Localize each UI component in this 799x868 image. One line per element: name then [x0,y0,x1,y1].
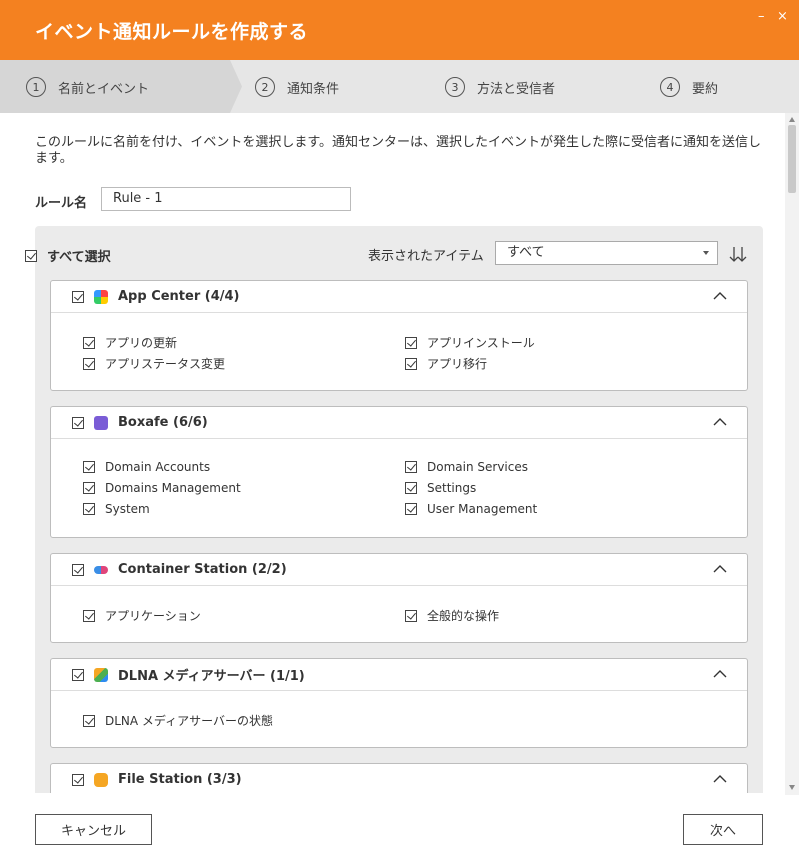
sort-icon[interactable] [728,244,748,264]
rule-name-input[interactable]: Rule - 1 [101,187,351,211]
step-method-and-recipients: 3 方法と受信者 [445,76,555,98]
checkbox-checked-icon[interactable] [405,609,417,622]
chevron-up-icon[interactable] [713,774,727,784]
step-number: 4 [660,77,680,97]
select-all-checkbox[interactable]: すべて選択 [25,246,111,265]
event-item[interactable]: アプリの更新 [83,334,177,351]
event-item[interactable]: Domain Accounts [83,460,210,474]
group-header[interactable]: Container Station (2/2) [51,554,747,586]
group-card-file-station: File Station (3/3) [50,763,748,793]
chevron-up-icon[interactable] [713,291,727,301]
caret-down-icon [703,251,709,255]
checkbox-checked-icon[interactable] [405,357,417,370]
step-label: 方法と受信者 [477,81,556,97]
chevron-up-icon[interactable] [713,564,727,574]
checkbox-checked-icon[interactable] [83,336,95,349]
shown-items-select[interactable]: すべて [495,241,718,265]
event-item[interactable]: DLNA メディアサーバーの状態 [83,712,273,729]
checkbox-checked-icon[interactable] [83,461,95,473]
event-item[interactable]: Domains Management [83,481,241,495]
checkbox-checked-icon[interactable] [83,714,95,727]
event-item[interactable]: 全般的な操作 [405,607,499,624]
shown-items-value: すべて [507,245,545,260]
scroll-up-arrow-icon[interactable] [789,117,795,122]
rule-name-label: ルール名 [35,196,88,211]
step-label: 通知条件 [287,81,340,97]
checkbox-checked-icon[interactable] [83,357,95,370]
group-name: DLNA メディアサーバー (1/1) [118,669,305,684]
event-item[interactable]: アプリステータス変更 [83,355,225,372]
chevron-up-icon[interactable] [713,417,727,427]
checkbox-checked-icon[interactable] [72,290,84,303]
shown-items-label: 表示されたアイテム [368,249,484,264]
close-icon[interactable]: × [777,10,788,23]
group-card-dlna: DLNA メディアサーバー (1/1) DLNA メディアサーバーの状態 [50,658,748,748]
group-name: App Center (4/4) [118,289,240,304]
checkbox-checked-icon[interactable] [405,461,417,473]
event-item[interactable]: アプリケーション [83,607,201,624]
wizard-content: このルールに名前を付け、イベントを選択します。通知センターは、選択したイベントが… [0,113,785,793]
select-all-label: すべて選択 [47,250,111,265]
step-label: 名前とイベント [58,81,150,97]
app-center-icon [94,289,108,304]
step-number: 2 [255,77,275,97]
file-station-icon [94,772,108,787]
wizard-steps: 1 名前とイベント 2 通知条件 3 方法と受信者 4 要約 [0,60,799,113]
step-notification-conditions: 2 通知条件 [255,76,339,98]
cancel-button[interactable]: キャンセル [35,814,152,845]
minimize-icon[interactable]: – [758,10,765,23]
dlna-icon [94,667,108,682]
dialog-footer: キャンセル 次へ [0,795,799,868]
checkbox-checked-icon[interactable] [25,249,37,262]
checkbox-checked-icon[interactable] [72,416,84,429]
group-header[interactable]: File Station (3/3) [51,764,747,793]
group-card-app-center: App Center (4/4) アプリの更新 アプリインストール アプリステー… [50,280,748,391]
group-name: File Station (3/3) [118,772,242,787]
container-station-icon [94,565,108,574]
group-card-container-station: Container Station (2/2) アプリケーション 全般的な操作 [50,553,748,643]
step-number: 3 [445,77,465,97]
event-item[interactable]: User Management [405,502,537,516]
chevron-up-icon[interactable] [713,669,727,679]
checkbox-checked-icon[interactable] [83,609,95,622]
scrollbar-thumb[interactable] [788,125,796,193]
group-card-boxafe: Boxafe (6/6) Domain Accounts Domain Serv… [50,406,748,538]
group-header[interactable]: Boxafe (6/6) [51,407,747,439]
boxafe-icon [94,415,108,430]
group-name: Boxafe (6/6) [118,415,208,430]
checkbox-checked-icon[interactable] [72,668,84,681]
next-button[interactable]: 次へ [683,814,763,845]
checkbox-checked-icon[interactable] [405,336,417,349]
event-item[interactable]: Domain Services [405,460,528,474]
event-item[interactable]: System [83,502,150,516]
step-name-and-event: 1 名前とイベント [26,76,149,98]
checkbox-checked-icon[interactable] [72,773,84,786]
event-item[interactable]: アプリ移行 [405,355,487,372]
group-header[interactable]: App Center (4/4) [51,281,747,313]
step-summary: 4 要約 [660,76,718,98]
group-name: Container Station (2/2) [118,562,287,577]
checkbox-checked-icon[interactable] [405,503,417,515]
event-item[interactable]: アプリインストール [405,334,535,351]
checkbox-checked-icon[interactable] [83,503,95,515]
step-number: 1 [26,77,46,97]
dialog-titlebar: イベント通知ルールを作成する – × [0,0,799,60]
checkbox-checked-icon[interactable] [405,482,417,494]
description-text: このルールに名前を付け、イベントを選択します。通知センターは、選択したイベントが… [35,135,762,166]
dialog-title: イベント通知ルールを作成する [35,21,309,43]
checkbox-checked-icon[interactable] [72,563,84,576]
content-scrollbar[interactable] [785,113,799,795]
step-label: 要約 [692,81,719,97]
group-header[interactable]: DLNA メディアサーバー (1/1) [51,659,747,691]
checkbox-checked-icon[interactable] [83,482,95,494]
scroll-down-arrow-icon[interactable] [789,785,795,790]
event-item[interactable]: Settings [405,481,476,495]
